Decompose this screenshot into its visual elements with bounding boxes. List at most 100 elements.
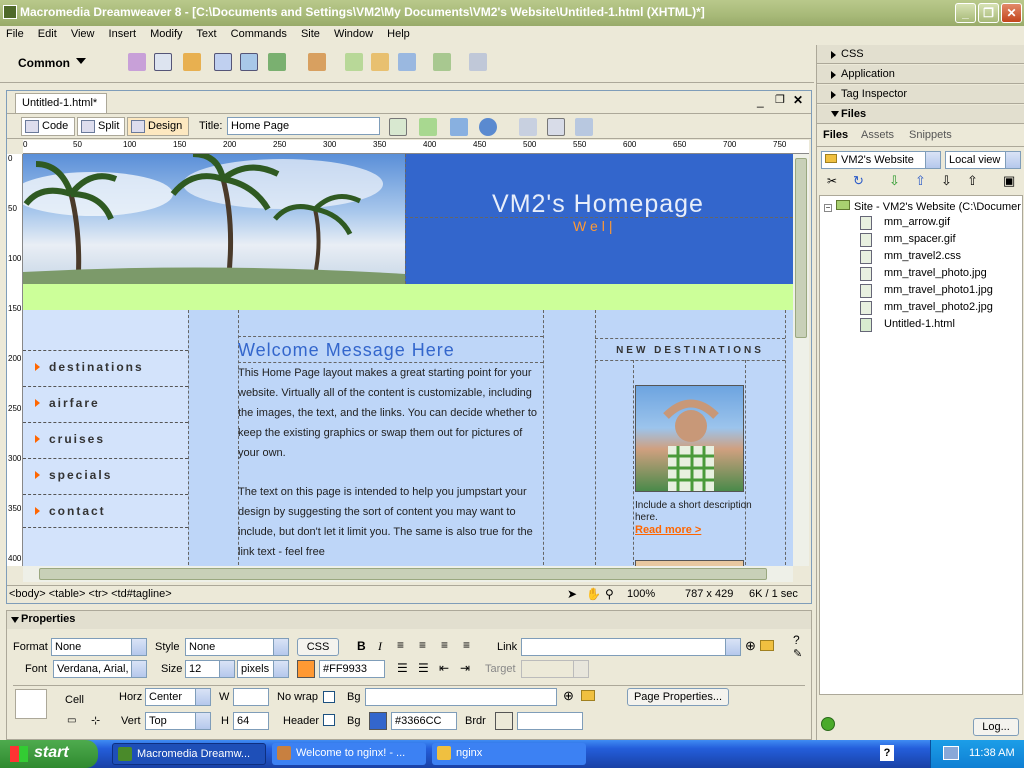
file-item[interactable]: mm_travel_photo1.jpg bbox=[860, 284, 993, 298]
email-link-icon[interactable] bbox=[154, 53, 172, 71]
travel-photo[interactable] bbox=[635, 385, 744, 492]
put-files-icon[interactable]: ⇧ bbox=[915, 173, 926, 189]
page-title-input[interactable] bbox=[227, 117, 380, 135]
files-panel-header[interactable]: Files bbox=[817, 105, 1024, 124]
menu-site[interactable]: Site bbox=[301, 28, 320, 40]
file-item[interactable]: mm_spacer.gif bbox=[860, 233, 956, 247]
align-left-icon[interactable]: ≡ bbox=[397, 638, 404, 652]
zoom-tool-icon[interactable]: ⚲ bbox=[605, 587, 614, 601]
new-destinations-heading[interactable]: NEW DESTINATIONS bbox=[595, 345, 785, 356]
network-icon[interactable] bbox=[943, 746, 959, 760]
application-panel-header[interactable]: Application bbox=[817, 65, 1024, 84]
tag-inspector-panel-header[interactable]: Tag Inspector bbox=[817, 85, 1024, 104]
css-panel-header[interactable]: CSS bbox=[817, 45, 1024, 64]
split-cell-icon[interactable]: ⊹ bbox=[91, 714, 100, 727]
design-view-button[interactable]: Design bbox=[127, 117, 189, 136]
file-management-icon[interactable] bbox=[450, 118, 468, 136]
refresh-icon[interactable]: ↻ bbox=[853, 173, 864, 189]
nowrap-checkbox[interactable] bbox=[323, 691, 335, 703]
layer-icon[interactable] bbox=[240, 53, 258, 71]
view-options-icon[interactable] bbox=[547, 118, 565, 136]
expand-panel-icon[interactable]: ▣ bbox=[1003, 173, 1015, 189]
scroll-thumb[interactable] bbox=[795, 158, 807, 338]
font-select[interactable]: Verdana, Arial, bbox=[53, 660, 147, 678]
comment-icon[interactable] bbox=[398, 53, 416, 71]
welcome-heading[interactable]: Welcome Message Here bbox=[238, 340, 455, 361]
ordered-list-icon[interactable]: ☰ bbox=[418, 661, 429, 675]
tab-snippets[interactable]: Snippets bbox=[909, 129, 952, 141]
zoom-select[interactable]: 100% bbox=[627, 588, 655, 600]
nav-destinations[interactable]: destinations bbox=[23, 350, 188, 384]
date-icon[interactable] bbox=[345, 53, 363, 71]
tab-files[interactable]: Files bbox=[823, 129, 848, 141]
text-color-swatch[interactable] bbox=[297, 660, 315, 678]
file-item[interactable]: Untitled-1.html bbox=[860, 318, 955, 332]
code-view-button[interactable]: Code bbox=[21, 117, 75, 136]
horizontal-scrollbar[interactable] bbox=[23, 566, 793, 582]
align-right-icon[interactable]: ≡ bbox=[441, 638, 448, 652]
lime-bar[interactable] bbox=[23, 284, 793, 310]
target-select[interactable] bbox=[521, 660, 589, 678]
browse-folder-icon[interactable] bbox=[581, 690, 595, 701]
task-nginx-folder[interactable]: nginx bbox=[432, 743, 586, 765]
border-color-input[interactable] bbox=[517, 712, 583, 730]
help-tray-icon[interactable]: ? bbox=[880, 745, 894, 761]
unordered-list-icon[interactable]: ☰ bbox=[397, 661, 408, 675]
height-input[interactable]: 64 bbox=[233, 712, 269, 730]
minimize-button[interactable]: _ bbox=[955, 3, 976, 23]
menu-window[interactable]: Window bbox=[334, 28, 373, 40]
menu-edit[interactable]: Edit bbox=[38, 28, 57, 40]
style-select[interactable]: None bbox=[185, 638, 289, 656]
nav-cruises[interactable]: cruises bbox=[23, 422, 188, 456]
border-color-swatch[interactable] bbox=[495, 712, 513, 730]
doc-minimize-icon[interactable]: _ bbox=[757, 94, 764, 108]
tag-chooser-icon[interactable] bbox=[469, 53, 487, 71]
check-in-icon[interactable]: ⇧ bbox=[967, 173, 978, 189]
hand-tool-icon[interactable]: ✋ bbox=[586, 587, 601, 601]
start-button[interactable]: start bbox=[0, 740, 98, 768]
site-select[interactable]: VM2's Website bbox=[821, 151, 941, 169]
pointer-tool-icon[interactable]: ➤ bbox=[567, 587, 577, 601]
point-to-file-icon[interactable]: ⊕ bbox=[563, 688, 574, 704]
bg-image-input[interactable] bbox=[365, 688, 557, 706]
close-button[interactable]: ✕ bbox=[1001, 3, 1022, 23]
doc-restore-icon[interactable]: ❐ bbox=[775, 93, 785, 106]
split-view-button[interactable]: Split bbox=[77, 117, 125, 136]
task-dreamweaver[interactable]: Macromedia Dreamw... bbox=[112, 743, 266, 765]
horz-select[interactable]: Center bbox=[145, 688, 211, 706]
view-select[interactable]: Local view bbox=[945, 151, 1021, 169]
outdent-icon[interactable]: ⇤ bbox=[439, 661, 449, 675]
merge-cells-icon[interactable]: ▭ bbox=[67, 715, 76, 726]
server-include-icon[interactable] bbox=[371, 53, 389, 71]
tag-selector[interactable]: <body> <table> <tr> <td#tagline> bbox=[9, 588, 172, 600]
read-more-link[interactable]: Read more > bbox=[635, 524, 701, 536]
file-item[interactable]: mm_travel_photo2.jpg bbox=[860, 301, 993, 315]
justify-icon[interactable]: ≡ bbox=[463, 638, 470, 652]
indent-icon[interactable]: ⇥ bbox=[460, 661, 470, 675]
menu-view[interactable]: View bbox=[71, 28, 95, 40]
get-files-icon[interactable]: ⇩ bbox=[889, 173, 900, 189]
vertical-scrollbar[interactable] bbox=[793, 154, 809, 566]
file-item[interactable]: mm_travel2.css bbox=[860, 250, 961, 264]
italic-button[interactable]: I bbox=[378, 639, 382, 654]
format-select[interactable]: None bbox=[51, 638, 147, 656]
nav-specials[interactable]: specials bbox=[23, 458, 188, 492]
check-out-icon[interactable]: ⇩ bbox=[941, 173, 952, 189]
connect-icon[interactable]: ✂ bbox=[827, 174, 837, 188]
file-item[interactable]: mm_arrow.gif bbox=[860, 216, 950, 230]
validate-icon[interactable] bbox=[389, 118, 407, 136]
include-description[interactable]: Include a short description here. bbox=[635, 500, 755, 524]
point-to-file-icon[interactable]: ⊕ bbox=[745, 638, 756, 654]
browser-globe-icon[interactable] bbox=[479, 118, 497, 136]
scroll-thumb[interactable] bbox=[39, 568, 767, 580]
chevron-down-icon[interactable] bbox=[76, 58, 86, 64]
vert-select[interactable]: Top bbox=[145, 712, 211, 730]
css-button[interactable]: CSS bbox=[297, 638, 339, 656]
bold-button[interactable]: B bbox=[357, 639, 366, 653]
named-anchor-icon[interactable] bbox=[183, 53, 201, 71]
table-icon[interactable] bbox=[214, 53, 232, 71]
properties-header[interactable]: Properties bbox=[7, 611, 811, 629]
second-paragraph[interactable]: The text on this page is intended to hel… bbox=[238, 482, 543, 562]
task-browser[interactable]: Welcome to nginx! - ... bbox=[272, 743, 426, 765]
file-item[interactable]: mm_travel_photo.jpg bbox=[860, 267, 987, 281]
